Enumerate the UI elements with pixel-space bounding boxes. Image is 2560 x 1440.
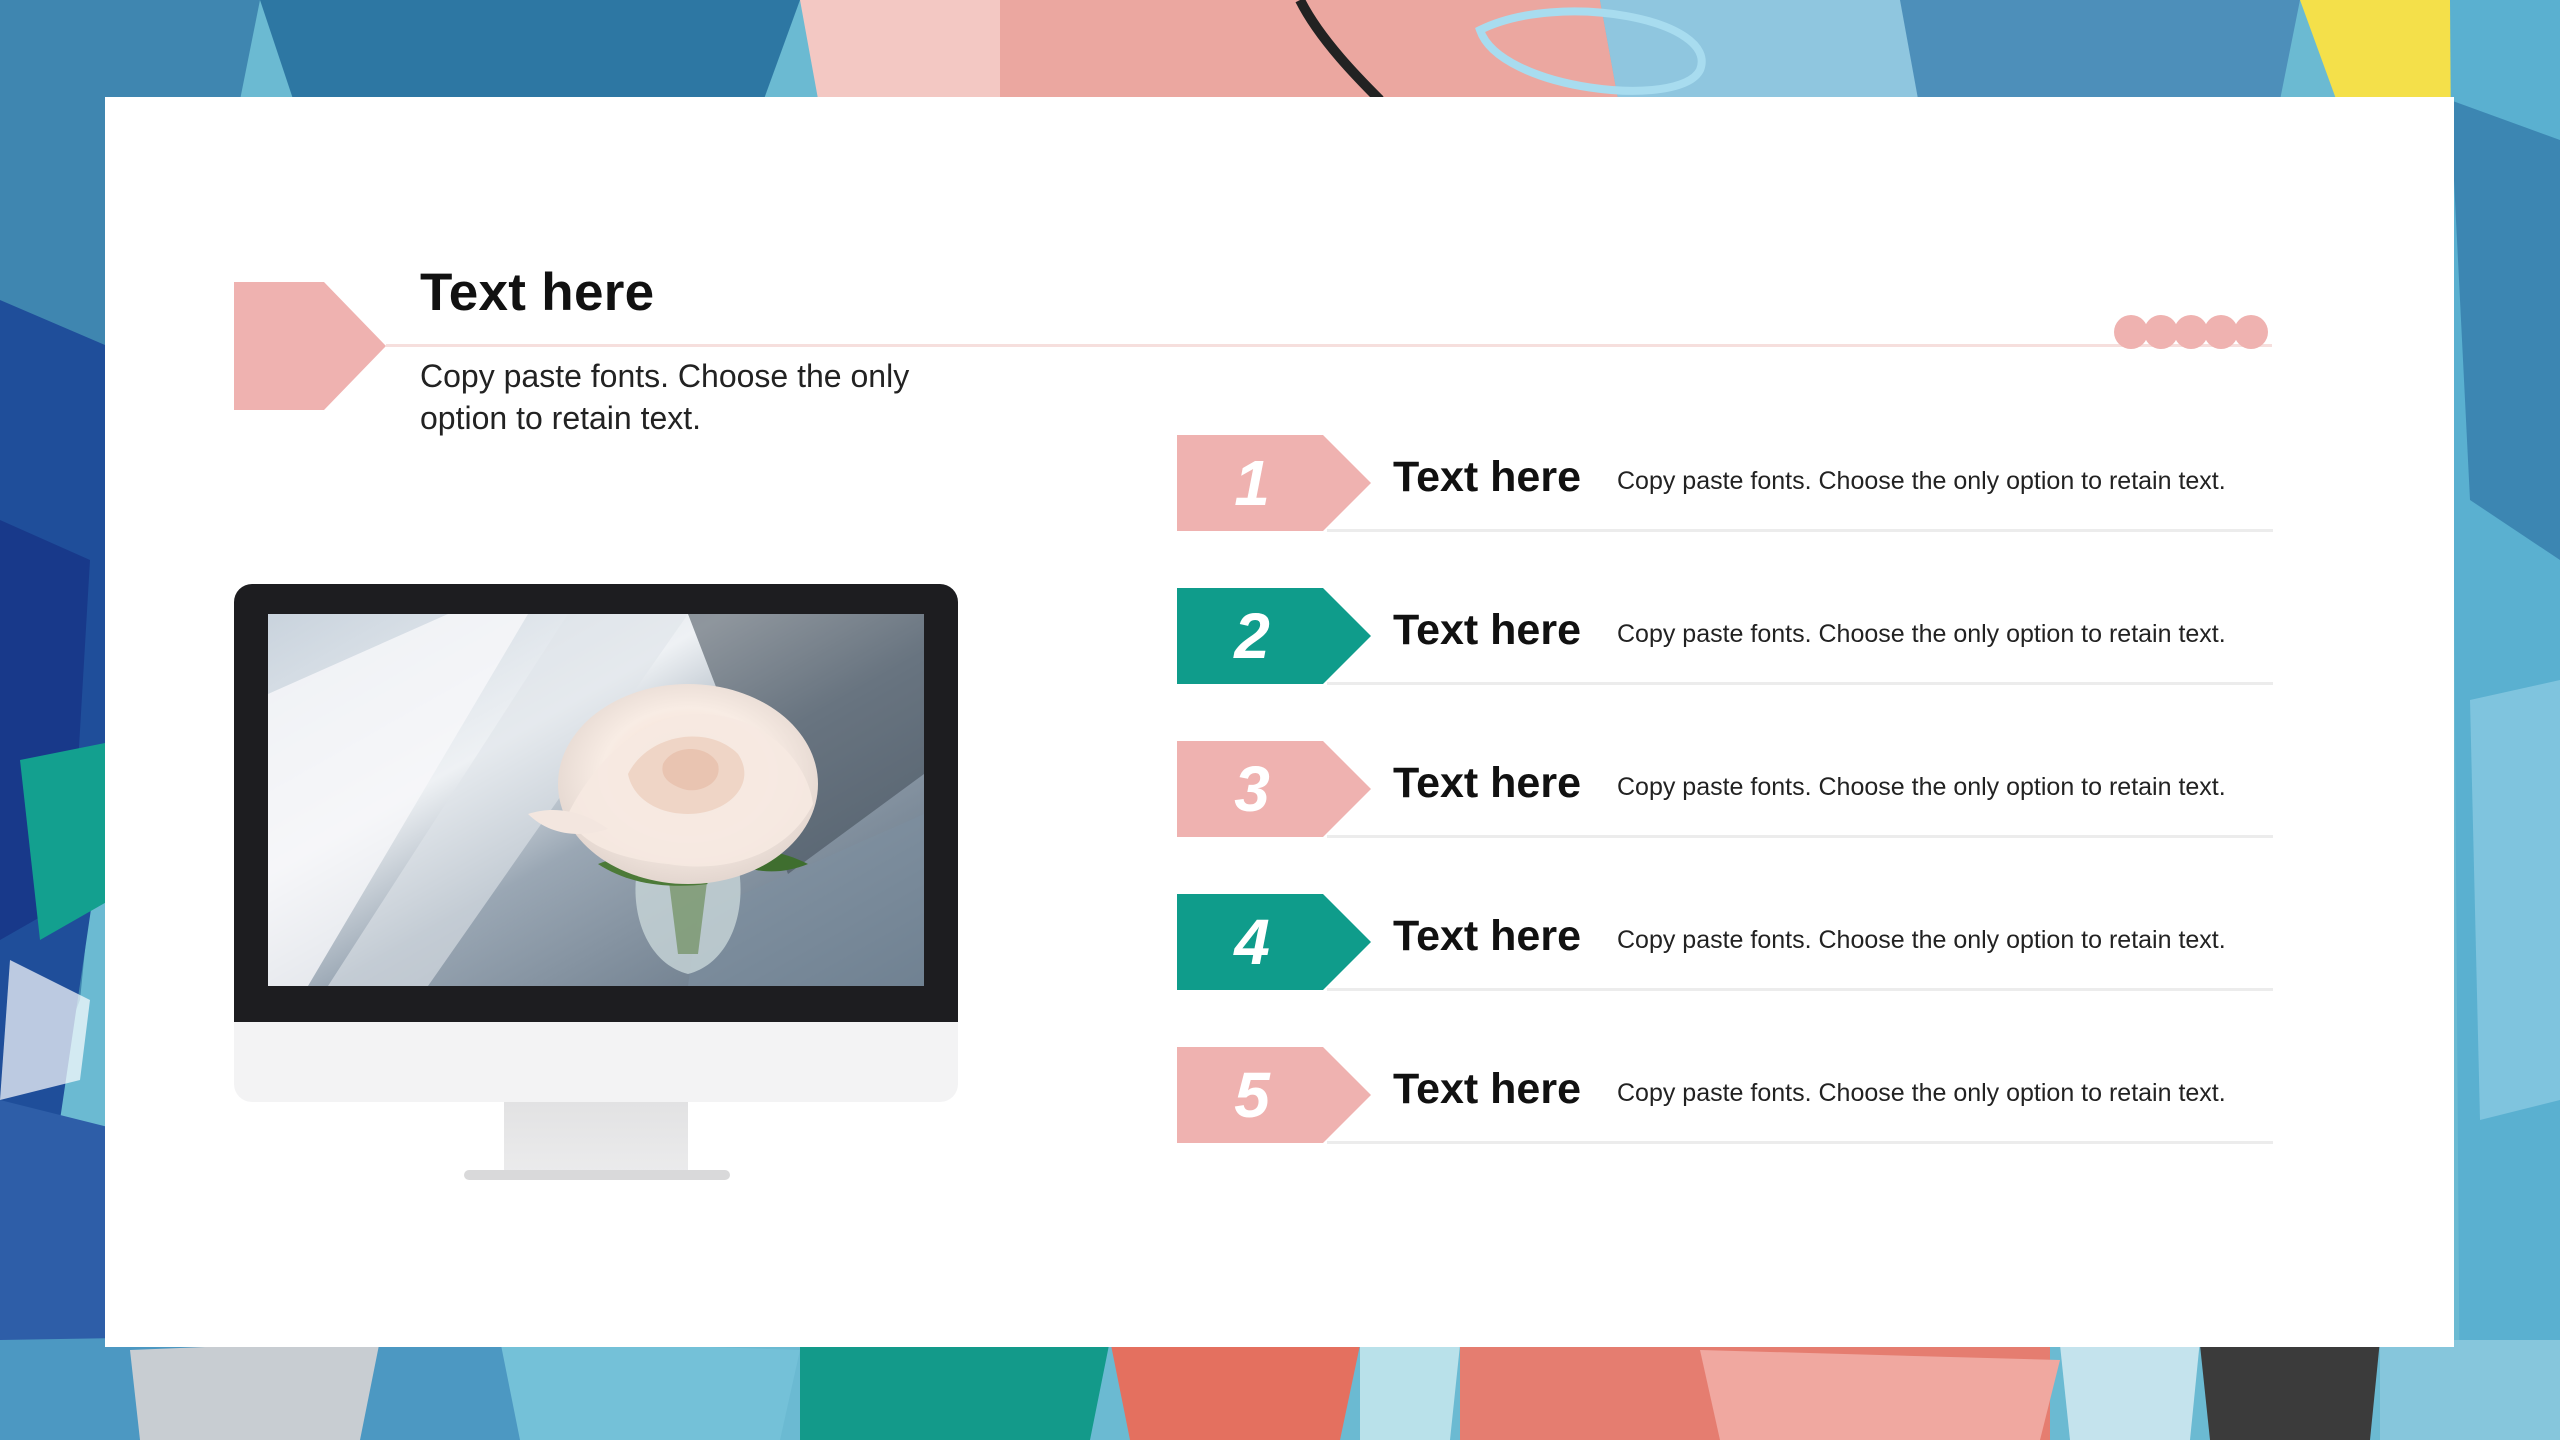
item-description: Copy paste fonts. Choose the only option…	[1617, 1079, 2226, 1107]
dot	[2234, 315, 2268, 349]
list-item: 1 Text here Copy paste fonts. Choose the…	[1177, 433, 2273, 533]
page-title: Text here	[420, 263, 655, 322]
item-divider	[1327, 529, 2273, 532]
item-number: 5	[1234, 1059, 1270, 1131]
item-description: Copy paste fonts. Choose the only option…	[1617, 467, 2226, 495]
header-description: Copy paste fonts. Choose the only option…	[420, 358, 910, 436]
item-divider	[1327, 1141, 2273, 1144]
dot	[2144, 315, 2178, 349]
monitor-chin	[234, 1022, 958, 1102]
list-item: 5 Text here Copy paste fonts. Choose the…	[1177, 1045, 2273, 1145]
item-divider	[1327, 988, 2273, 991]
item-number: 2	[1234, 600, 1270, 672]
item-description: Copy paste fonts. Choose the only option…	[1617, 620, 2226, 648]
monitor-stand	[504, 1102, 688, 1172]
header-divider	[386, 344, 2272, 347]
dot	[2204, 315, 2238, 349]
list-item: 4 Text here Copy paste fonts. Choose the…	[1177, 892, 2273, 992]
dot	[2174, 315, 2208, 349]
item-description: Copy paste fonts. Choose the only option…	[1617, 926, 2226, 954]
item-divider	[1327, 682, 2273, 685]
list-item: 3 Text here Copy paste fonts. Choose the…	[1177, 739, 2273, 839]
item-title: Text here	[1393, 1065, 1581, 1113]
item-divider	[1327, 835, 2273, 838]
monitor-base	[464, 1170, 730, 1180]
item-description: Copy paste fonts. Choose the only option…	[1617, 773, 2226, 801]
white-rose-photo	[268, 614, 924, 986]
item-title: Text here	[1393, 912, 1581, 960]
item-number: 3	[1234, 753, 1270, 825]
dot	[2114, 315, 2148, 349]
list-item: 2 Text here Copy paste fonts. Choose the…	[1177, 586, 2273, 686]
header-arrow-tag	[234, 282, 386, 410]
item-title: Text here	[1393, 606, 1581, 654]
item-number: 4	[1234, 906, 1270, 978]
decorative-dots	[2114, 315, 2268, 349]
item-title: Text here	[1393, 453, 1581, 501]
item-number: 1	[1234, 447, 1270, 519]
item-title: Text here	[1393, 759, 1581, 807]
monitor-mockup	[234, 584, 958, 1194]
